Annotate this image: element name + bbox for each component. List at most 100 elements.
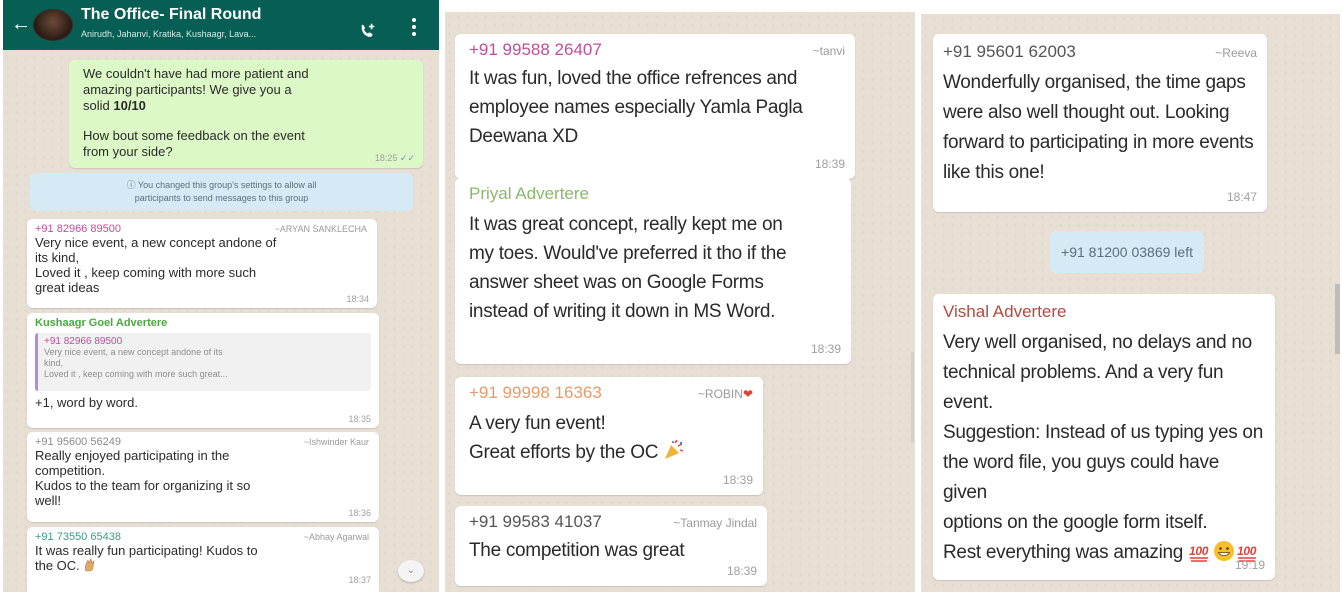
sender-alias: ~ARYAN SANKLECHA — [274, 224, 367, 234]
chat-screenshot-1: ← The Office- Final Round Anirudh, Jahan… — [3, 0, 439, 592]
message-time: 18:25 ✓✓ — [374, 153, 415, 163]
grinning-face-emoji-icon — [1214, 541, 1235, 561]
chat-title[interactable]: The Office- Final Round — [81, 6, 261, 24]
chevron-down-icon: ⌄ — [406, 565, 416, 576]
message-line: were also well thought out. Looking — [943, 102, 1230, 123]
svg-text:100: 100 — [1237, 544, 1257, 558]
incoming-message[interactable]: +91 99998 16363 ~ROBIN❤ A very fun event… — [455, 377, 763, 495]
message-line: Loved it , keep coming with more such — [35, 265, 257, 280]
incoming-message[interactable]: +91 95601 62003 ~Reeva Wonderfully organ… — [933, 34, 1267, 212]
message-line: like this one! — [943, 162, 1045, 183]
message-line: Suggestion: Instead of us typing yes on — [943, 422, 1263, 443]
system-notice: ⓘ You changed this group's settings to a… — [30, 173, 413, 211]
quoted-line: kind, — [44, 358, 64, 368]
scroll-down-button[interactable]: ⌄ — [398, 560, 424, 582]
quoted-sender: +91 82966 89500 — [44, 336, 123, 347]
sender-name[interactable]: Vishal Advertere — [943, 302, 1265, 322]
sender-alias: ~Abhay Agarwal — [303, 532, 369, 542]
message-time: 18:37 — [348, 575, 371, 585]
back-arrow-icon[interactable]: ← — [11, 14, 31, 34]
incoming-message[interactable]: +91 82966 89500 ~ARYAN SANKLECHA Very ni… — [27, 219, 377, 308]
message-line: Very well organised, no delays and no — [943, 332, 1252, 353]
message-line: Wonderfully organised, the time gaps — [943, 72, 1246, 93]
message-line: well! — [35, 493, 62, 508]
message-line: the OC. — [35, 558, 371, 573]
message-line: Deewana XD — [469, 126, 578, 147]
chat-screenshot-3: +91 95601 62003 ~Reeva Wonderfully organ… — [921, 14, 1340, 592]
sender-alias: ~Ishwinder Kaur — [303, 437, 369, 447]
info-icon: ⓘ — [126, 180, 136, 190]
message-time: 18:39 — [814, 157, 845, 171]
message-line: It was great concept, really kept me on — [469, 214, 783, 235]
message-time: 19:19 — [1234, 558, 1265, 572]
message-line: A very fun event! — [469, 413, 606, 434]
add-call-icon[interactable] — [359, 22, 377, 40]
message-line: Kudos to the team for organizing it so — [35, 478, 251, 493]
message-line: Really enjoyed participating in the — [35, 448, 230, 463]
scroll-indicator[interactable] — [1335, 284, 1340, 354]
message-line: Great efforts by the OC — [469, 438, 749, 467]
group-avatar[interactable] — [33, 9, 73, 41]
message-line: How bout some feedback on the event — [83, 128, 305, 143]
message-line: We couldn't have had more patient and — [83, 66, 309, 81]
heart-icon: ❤ — [742, 387, 753, 401]
message-line: the word file, you guys could have given — [943, 452, 1220, 503]
message-line: great ideas — [35, 280, 100, 295]
sender-alias: ~Reeva — [1215, 46, 1257, 60]
sender-alias: ~ROBIN❤ — [697, 387, 753, 401]
incoming-message[interactable]: +91 99583 41037 ~Tanmay Jindal The compe… — [455, 506, 767, 586]
message-line: options on the google form itself. — [943, 512, 1208, 533]
incoming-message[interactable]: +91 99588 26407 ~tanvi It was fun, loved… — [455, 34, 855, 179]
sender-number[interactable]: +91 99588 26407 — [469, 40, 841, 60]
sender-number[interactable]: +91 95601 62003 — [943, 42, 1257, 62]
message-line: my toes. Would've preferred it tho if th… — [469, 243, 787, 264]
message-line: It was really fun participating! Kudos t… — [35, 543, 258, 558]
chat-members[interactable]: Anirudh, Jahanvi, Kratika, Kushaagr, Lav… — [81, 29, 256, 39]
incoming-message[interactable]: Kushaagr Goel Advertere +91 82966 89500 … — [27, 313, 379, 428]
message-line: from your side? — [83, 144, 173, 159]
incoming-message[interactable]: Priyal Advertere It was great concept, r… — [455, 178, 851, 364]
system-line: ⓘ You changed this group's settings to a… — [126, 180, 317, 190]
quoted-line: Loved it , keep coming with more such gr… — [44, 369, 228, 379]
message-line: its kind, — [35, 250, 80, 265]
message-line: technical problems. And a very fun event… — [943, 362, 1224, 413]
message-line: amazing participants! We give you a — [83, 82, 292, 97]
system-notice: +91 81200 03869 left — [1050, 231, 1204, 273]
quoted-line: Very nice event, a new concept andone of… — [44, 347, 223, 357]
party-popper-emoji-icon — [665, 439, 684, 459]
hundred-points-emoji-icon: 100 — [1189, 544, 1209, 562]
scroll-indicator[interactable] — [911, 352, 914, 442]
chat-header: ← The Office- Final Round Anirudh, Jahan… — [3, 0, 439, 50]
message-line: Very nice event, a new concept andone of — [35, 235, 277, 250]
read-ticks-icon: ✓✓ — [399, 153, 415, 163]
message-line: The competition was great — [469, 540, 685, 561]
message-line: competition. — [35, 463, 106, 478]
chat-screenshot-2: +91 99588 26407 ~tanvi It was fun, loved… — [445, 12, 915, 592]
message-line: Rest everything was amazing 100 100 — [943, 538, 1265, 568]
sender-alias: ~Tanmay Jindal — [673, 516, 757, 530]
incoming-message[interactable]: +91 73550 65438 ~Abhay Agarwal It was re… — [27, 527, 379, 592]
message-line: forward to participating in more events — [943, 132, 1254, 153]
message-line: employee names especially Yamla Pagla — [469, 97, 803, 118]
menu-icon[interactable] — [411, 18, 417, 38]
message-line: It was fun, loved the office refrences a… — [469, 68, 798, 89]
hand-emoji-icon — [85, 558, 95, 572]
outgoing-message[interactable]: We couldn't have had more patient and am… — [69, 60, 423, 168]
message-time: 18:34 — [346, 294, 369, 304]
quoted-message[interactable]: +91 82966 89500 Very nice event, a new c… — [35, 333, 371, 391]
message-line: answer sheet was on Google Forms — [469, 272, 764, 293]
incoming-message[interactable]: Vishal Advertere Very well organised, no… — [933, 294, 1275, 580]
system-line: participants to send messages to this gr… — [134, 193, 309, 203]
sender-name[interactable]: Priyal Advertere — [469, 184, 837, 204]
incoming-message[interactable]: +91 95600 56249 ~Ishwinder Kaur Really e… — [27, 432, 379, 522]
message-time: 18:39 — [810, 342, 841, 356]
message-line: +1, word by word. — [35, 395, 138, 410]
message-time: 18:39 — [722, 473, 753, 487]
message-time: 18:36 — [348, 508, 371, 518]
message-time: 18:35 — [348, 414, 371, 424]
message-time: 18:47 — [1226, 190, 1257, 204]
message-line: solid 10/10 — [83, 98, 146, 113]
svg-text:100: 100 — [1189, 544, 1209, 558]
message-line: instead of writing it down in MS Word. — [469, 301, 776, 322]
sender-name[interactable]: Kushaagr Goel Advertere — [35, 317, 371, 329]
